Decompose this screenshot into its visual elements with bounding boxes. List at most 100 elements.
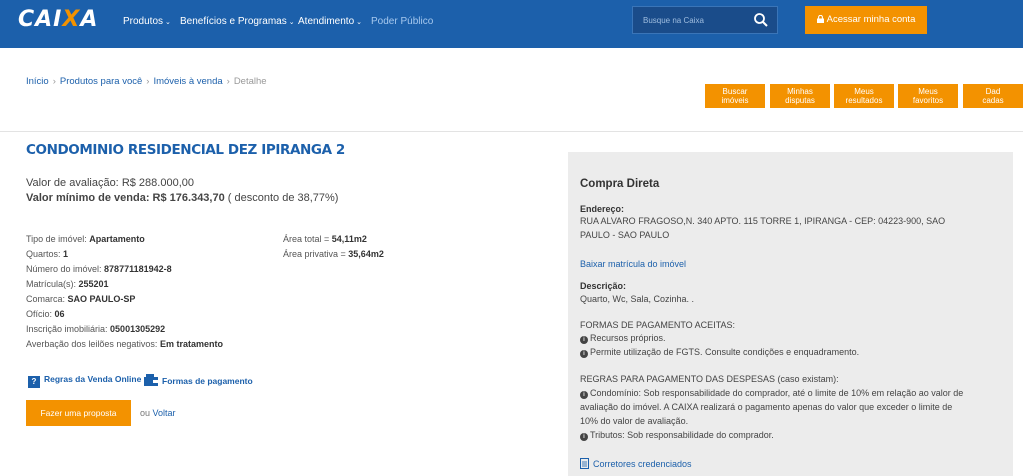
valuation-amount: R$ 288.000,00: [121, 177, 194, 189]
expenses-line: 10% do valor de avaliação.: [580, 416, 689, 426]
chevron-down-icon: ⌄: [288, 19, 295, 26]
detail-label: Quartos:: [26, 249, 61, 259]
breadcrumb-separator: ›: [52, 76, 56, 87]
discount-text: ( desconto de 38,77%): [227, 192, 339, 204]
tab-label-line2: disputas: [785, 96, 815, 105]
download-registration-link[interactable]: Baixar matrícula do imóvel: [580, 259, 686, 269]
nav-beneficios-label: Benefícios e Programas: [180, 16, 287, 27]
min-sale-amount: R$ 176.343,70: [152, 192, 225, 204]
expenses-line: i Condomínio: Sob responsabilidade do com…: [580, 388, 963, 399]
tab-minhas-disputas[interactable]: Minhas disputas: [770, 84, 830, 108]
payment-methods-link[interactable]: Formas de pagamento: [144, 374, 253, 386]
breadcrumb-separator: ›: [146, 76, 150, 87]
breadcrumb-imoveis[interactable]: Imóveis à venda: [153, 76, 222, 87]
access-account-button[interactable]: Acessar minha conta: [805, 6, 927, 34]
caixa-logo[interactable]: CAIXA: [18, 7, 98, 32]
info-icon: i: [580, 433, 588, 441]
chevron-down-icon: ⌄: [356, 19, 363, 26]
payment-item-text: Recursos próprios.: [590, 333, 666, 343]
detail-value: 878771181942-8: [104, 264, 172, 274]
detail-label: Inscrição imobiliária:: [26, 324, 108, 334]
min-sale-label: Valor mínimo de venda:: [26, 192, 150, 204]
detail-matricula: Matrícula(s): 255201: [26, 279, 109, 289]
info-icon: i: [580, 391, 588, 399]
tab-meus-resultados[interactable]: Meus resultados: [834, 84, 894, 108]
info-icon: i: [580, 336, 588, 344]
detail-area-privativa: Área privativa = 35,64m2: [283, 249, 384, 259]
payment-heading: FORMAS DE PAGAMENTO ACEITAS:: [580, 320, 736, 330]
detail-label: Área privativa =: [283, 249, 346, 259]
detail-label: Tipo de imóvel:: [26, 234, 87, 244]
nav-produtos[interactable]: Produtos ⌄: [123, 16, 171, 27]
lock-icon: [816, 15, 824, 23]
brokers-link[interactable]: Corretores credenciados: [580, 458, 692, 469]
logo-text-x: X: [62, 7, 81, 32]
address-line-2: PAULO - SAO PAULO: [580, 230, 670, 240]
detail-value: Apartamento: [89, 234, 145, 244]
nav-atendimento[interactable]: Atendimento ⌄: [298, 16, 362, 27]
brokers-link-label: Corretores credenciados: [593, 459, 692, 469]
address-line-1: RUA ALVARO FRAGOSO,N. 340 APTO. 115 TORR…: [580, 216, 946, 226]
detail-label: Matrícula(s):: [26, 279, 77, 289]
tab-buscar-imoveis[interactable]: Buscar imóveis: [705, 84, 765, 108]
direct-purchase-panel: Compra Direta Endereço: RUA ALVARO FRAGO…: [568, 152, 1013, 476]
payment-item: i Recursos próprios.: [580, 333, 666, 344]
breadcrumb-inicio[interactable]: Início: [26, 76, 49, 87]
tab-label-line2: favoritos: [912, 96, 944, 105]
detail-inscricao: Inscrição imobiliária: 05001305292: [26, 324, 165, 334]
tab-label-line2: cadas: [982, 96, 1004, 105]
tab-label-line2: resultados: [845, 96, 883, 105]
detail-label: Número do imóvel:: [26, 264, 102, 274]
panel-heading: Compra Direta: [580, 178, 660, 190]
search-box: [632, 6, 778, 34]
tab-label-line1: Minhas: [787, 87, 813, 96]
description-label: Descrição:: [580, 281, 627, 291]
wallet-icon: [144, 374, 158, 386]
detail-value: 54,11m2: [331, 234, 367, 244]
payment-item: i Permite utilização de FGTS. Consulte co…: [580, 347, 859, 358]
detail-averbacao: Averbação dos leilões negativos: Em trat…: [26, 339, 223, 349]
make-proposal-button[interactable]: Fazer uma proposta: [26, 400, 131, 426]
access-account-label: Acessar minha conta: [826, 14, 916, 25]
expenses-line: avaliação do imóvel. A CAIXA realizará o…: [580, 402, 953, 412]
logo-text-start: CAI: [18, 7, 63, 32]
breadcrumb: Início › Produtos para você › Imóveis à vend…: [26, 76, 267, 87]
search-icon[interactable]: [753, 12, 769, 28]
detail-label: Comarca:: [26, 294, 66, 304]
detail-value: 35,64m2: [348, 249, 384, 259]
nav-atendimento-label: Atendimento: [298, 16, 355, 27]
payment-methods-label: Formas de pagamento: [162, 376, 253, 386]
nav-poder-publico[interactable]: Poder Público: [371, 16, 433, 27]
minimum-sale-value: Valor mínimo de venda: R$ 176.343,70 ( d…: [26, 192, 338, 204]
property-title: CONDOMINIO RESIDENCIAL DEZ IPIRANGA 2: [26, 142, 345, 158]
back-link[interactable]: Voltar: [153, 408, 176, 418]
document-icon: [580, 458, 589, 469]
or-back: ou Voltar: [140, 408, 176, 418]
tab-label-line1: Dad: [985, 87, 1001, 96]
valuation-value: Valor de avaliação: R$ 288.000,00: [26, 177, 194, 189]
detail-label: Ofício:: [26, 309, 53, 319]
question-icon: ?: [28, 376, 40, 388]
expenses-line-text: Condomínio: Sob responsabilidade do comp…: [590, 388, 964, 398]
detail-comarca: Comarca: SAO PAULO-SP: [26, 294, 135, 304]
section-divider: [0, 131, 1023, 132]
breadcrumb-separator: ›: [226, 76, 230, 87]
search-input[interactable]: [633, 7, 751, 33]
detail-oficio: Ofício: 06: [26, 309, 65, 319]
detail-label: Averbação dos leilões negativos:: [26, 339, 158, 349]
tab-dados-cadastrais[interactable]: Dad cadas: [963, 84, 1023, 108]
tab-label-line1: Meus: [854, 87, 874, 96]
logo-text-end: A: [80, 7, 99, 32]
breadcrumb-produtos[interactable]: Produtos para você: [60, 76, 142, 87]
detail-tipo: Tipo de imóvel: Apartamento: [26, 234, 145, 244]
detail-value: 06: [54, 309, 65, 319]
or-text: ou: [140, 408, 151, 418]
expenses-heading: REGRAS PARA PAGAMENTO DAS DESPESAS (caso…: [580, 374, 839, 384]
tab-meus-favoritos[interactable]: Meus favoritos: [898, 84, 958, 108]
detail-value: 1: [63, 249, 69, 259]
detail-area-total: Área total = 54,11m2: [283, 234, 367, 244]
chevron-down-icon: ⌄: [165, 19, 171, 26]
sale-rules-link[interactable]: ? Regras da Venda Online: [28, 374, 141, 388]
nav-beneficios[interactable]: Benefícios e Programas ⌄: [180, 16, 295, 27]
detail-value: 05001305292: [110, 324, 166, 334]
